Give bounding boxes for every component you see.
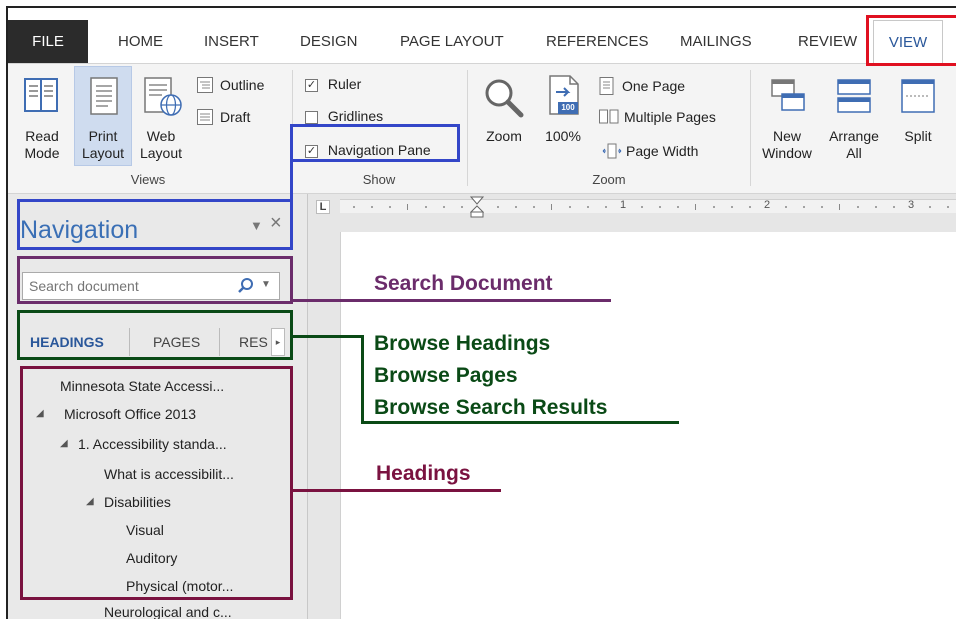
draft-button[interactable]: Draft	[196, 108, 250, 126]
callout-browse-search-results: Browse Search Results	[374, 396, 608, 419]
page-width-button[interactable]: Page Width	[602, 142, 698, 160]
print-layout-label-1: Print	[88, 128, 118, 144]
search-box-highlight	[17, 256, 293, 304]
group-separator	[467, 70, 468, 186]
new-window-icon[interactable]	[768, 76, 808, 116]
connector-line	[293, 489, 501, 492]
callout-browse-pages: Browse Pages	[374, 364, 518, 387]
ruler-mark-3: 3	[908, 199, 915, 211]
page-width-label: Page Width	[626, 143, 699, 159]
arrange-all-label-2: All	[846, 145, 862, 161]
ruler-checkbox[interactable]: ✓ Ruler	[305, 76, 361, 92]
one-page-button[interactable]: One Page	[598, 76, 685, 96]
headings-list-highlight	[20, 366, 293, 600]
zoom-icon[interactable]	[482, 76, 526, 120]
zoom-group-label: Zoom	[592, 172, 626, 187]
arrange-all-button[interactable]: Arrange All	[824, 128, 884, 162]
outline-button[interactable]: Outline	[196, 76, 264, 94]
tab-home[interactable]: HOME	[118, 20, 163, 63]
outline-label: Outline	[220, 77, 265, 93]
tab-selector-icon[interactable]: L	[316, 200, 330, 214]
gridlines-label: Gridlines	[327, 108, 384, 124]
multiple-pages-button[interactable]: Multiple Pages	[598, 108, 716, 126]
tab-insert[interactable]: INSERT	[204, 20, 259, 63]
indent-marker-icon[interactable]	[469, 196, 485, 218]
tab-mailings[interactable]: MAILINGS	[680, 20, 752, 63]
ruler-mark-1: 1	[620, 199, 627, 211]
new-window-button[interactable]: New Window	[758, 128, 816, 162]
ribbon-tab-bar: FILE HOME INSERT DESIGN PAGE LAYOUT REFE…	[8, 8, 956, 63]
callout-headings: Headings	[376, 462, 471, 485]
zoom-100-button[interactable]: 100%	[538, 128, 588, 145]
navigation-pane-highlight	[290, 124, 460, 162]
print-layout-label-2: Layout	[81, 145, 125, 161]
tab-review[interactable]: REVIEW	[798, 20, 857, 63]
tab-design[interactable]: DESIGN	[300, 20, 358, 63]
ruler-label: Ruler	[327, 76, 362, 92]
web-layout-icon[interactable]	[142, 76, 184, 118]
ruler-check-icon: ✓	[305, 78, 318, 92]
horizontal-ruler[interactable]: L 1 2 3	[308, 194, 956, 220]
read-mode-label-1: Read	[25, 128, 59, 144]
navigation-title-highlight	[17, 199, 293, 250]
outline-icon	[197, 77, 213, 93]
callout-search-document: Search Document	[374, 272, 553, 295]
ruler-ticks	[353, 204, 949, 210]
web-layout-button[interactable]: Web Layout	[134, 128, 188, 162]
heading-item[interactable]: Neurological and c...	[104, 604, 232, 619]
multiple-pages-icon	[599, 109, 619, 124]
multiple-pages-label: Multiple Pages	[624, 109, 716, 125]
split-icon[interactable]	[898, 76, 938, 116]
ribbon-view: Read Mode Print Layout Web Layout Outlin…	[8, 63, 956, 194]
connector-line	[293, 335, 363, 338]
split-button[interactable]: Split	[892, 128, 944, 145]
draft-label: Draft	[220, 109, 251, 125]
draft-icon	[197, 109, 213, 125]
ruler-strip: 1 2 3	[340, 199, 956, 213]
views-group-label: Views	[130, 172, 166, 187]
zoom-100-badge: 100	[561, 103, 575, 112]
gridlines-checkbox[interactable]: Gridlines	[305, 108, 383, 124]
page-width-icon	[602, 143, 622, 159]
new-window-label-2: Window	[762, 145, 812, 161]
connector-line	[361, 335, 364, 424]
print-layout-label: Print Layout	[74, 128, 132, 162]
zoom-button[interactable]: Zoom	[478, 128, 530, 145]
connector-line	[361, 421, 679, 424]
read-mode-icon[interactable]	[22, 76, 60, 114]
tabs-highlight	[17, 310, 293, 360]
zoom-100-icon[interactable]: 100	[544, 74, 584, 120]
group-separator	[750, 70, 751, 186]
tab-references[interactable]: REFERENCES	[546, 20, 649, 63]
connector-line	[290, 162, 293, 202]
arrange-all-label-1: Arrange	[829, 128, 879, 144]
one-page-label: One Page	[622, 78, 686, 94]
tab-page-layout[interactable]: PAGE LAYOUT	[400, 20, 504, 63]
web-layout-label-1: Web	[146, 128, 176, 144]
view-tab-highlight	[866, 15, 956, 66]
gridlines-check-icon	[305, 110, 318, 124]
one-page-icon	[599, 77, 614, 95]
new-window-label-1: New	[772, 128, 801, 144]
read-mode-label-2: Mode	[24, 145, 60, 161]
print-layout-icon	[86, 76, 122, 116]
ruler-mark-2: 2	[764, 199, 771, 211]
show-group-label: Show	[362, 172, 396, 187]
tab-file[interactable]: FILE	[8, 20, 88, 63]
web-layout-label-2: Layout	[139, 145, 183, 161]
connector-line	[293, 299, 611, 302]
arrange-all-icon[interactable]	[834, 76, 874, 116]
read-mode-button[interactable]: Read Mode	[14, 128, 70, 162]
callout-browse-headings: Browse Headings	[374, 332, 551, 355]
